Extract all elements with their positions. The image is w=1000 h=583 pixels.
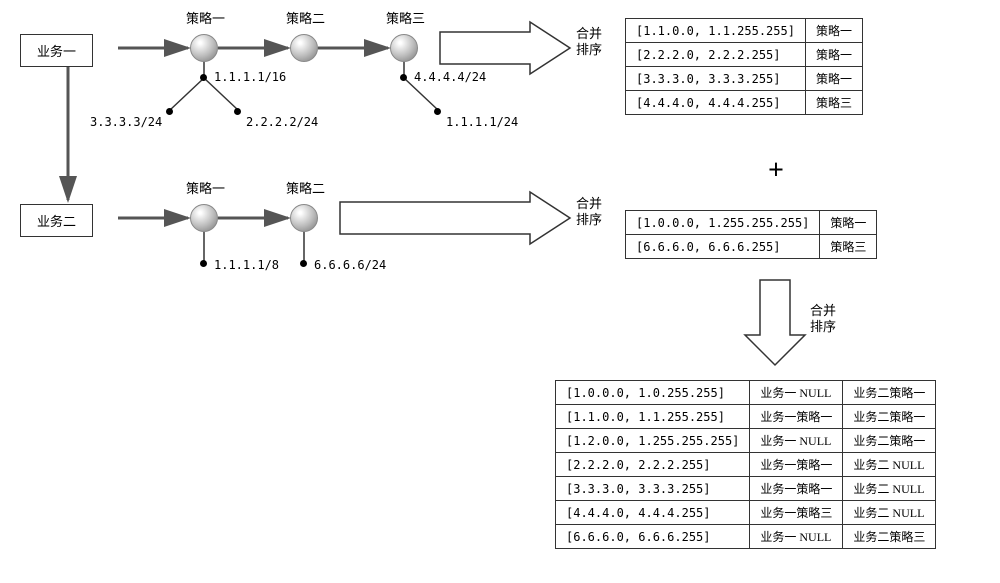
ip-dot [434, 108, 441, 115]
business-one-box: 业务一 [20, 34, 93, 67]
row1-strategy3-node [390, 34, 418, 62]
ip-dot [166, 108, 173, 115]
ip-dot [300, 260, 307, 267]
table-row: [1.2.0.0, 1.255.255.255]业务一 NULL业务二策略一 [556, 429, 936, 453]
business-one-label: 业务一 [37, 44, 76, 59]
row1-strategy3-label: 策略三 [386, 8, 425, 27]
row1-strategy2-label: 策略二 [286, 8, 325, 27]
row1-strategy1-node [190, 34, 218, 62]
table-row: [1.1.0.0, 1.1.255.255]策略一 [626, 19, 863, 43]
table-three: [1.0.0.0, 1.0.255.255]业务一 NULL业务二策略一 [1.… [555, 380, 936, 549]
row1-strategy1-label: 策略一 [186, 8, 225, 27]
ip-label-b2s2a: 6.6.6.6/24 [314, 258, 386, 272]
ip-label-b1s3b: 1.1.1.1/24 [446, 115, 518, 129]
table-row: [3.3.3.0, 3.3.3.255]策略一 [626, 67, 863, 91]
business-two-label: 业务二 [37, 214, 76, 229]
table-row: [2.2.2.0, 2.2.2.255]策略一 [626, 43, 863, 67]
ip-label-b1s1c: 2.2.2.2/24 [246, 115, 318, 129]
ip-dot [200, 74, 207, 81]
ip-label-b2s1a: 1.1.1.1/8 [214, 258, 279, 272]
row2-strategy2-node [290, 204, 318, 232]
plus-icon: + [768, 155, 784, 187]
ip-dot [400, 74, 407, 81]
row2-strategy1-node [190, 204, 218, 232]
ip-label-b1s1b: 1.1.1.1/16 [214, 70, 286, 84]
table-row: [1.1.0.0, 1.1.255.255]业务一策略一业务二策略一 [556, 405, 936, 429]
row2-strategy2-label: 策略二 [286, 178, 325, 197]
ip-dot [200, 260, 207, 267]
table-row: [4.4.4.0, 4.4.4.255]策略三 [626, 91, 863, 115]
table-row: [6.6.6.0, 6.6.6.255]策略三 [626, 235, 877, 259]
table-row: [4.4.4.0, 4.4.4.255]业务一策略三业务二 NULL [556, 501, 936, 525]
merge-sort-label-1: 合并排序 [576, 26, 602, 57]
table-two: [1.0.0.0, 1.255.255.255]策略一 [6.6.6.0, 6.… [625, 210, 877, 259]
ip-dot [234, 108, 241, 115]
ip-label-b1s3a: 4.4.4.4/24 [414, 70, 486, 84]
ip-label-b1s1a: 3.3.3.3/24 [90, 115, 162, 129]
table-row: [1.0.0.0, 1.0.255.255]业务一 NULL业务二策略一 [556, 381, 936, 405]
merge-sort-label-2: 合并排序 [576, 196, 602, 227]
table-row: [2.2.2.0, 2.2.2.255]业务一策略一业务二 NULL [556, 453, 936, 477]
table-row: [6.6.6.0, 6.6.6.255]业务一 NULL业务二策略三 [556, 525, 936, 549]
merge-sort-label-3: 合并排序 [810, 303, 836, 334]
row1-strategy2-node [290, 34, 318, 62]
row2-strategy1-label: 策略一 [186, 178, 225, 197]
table-row: [3.3.3.0, 3.3.3.255]业务一策略一业务二 NULL [556, 477, 936, 501]
table-one: [1.1.0.0, 1.1.255.255]策略一 [2.2.2.0, 2.2.… [625, 18, 863, 115]
business-two-box: 业务二 [20, 204, 93, 237]
table-row: [1.0.0.0, 1.255.255.255]策略一 [626, 211, 877, 235]
